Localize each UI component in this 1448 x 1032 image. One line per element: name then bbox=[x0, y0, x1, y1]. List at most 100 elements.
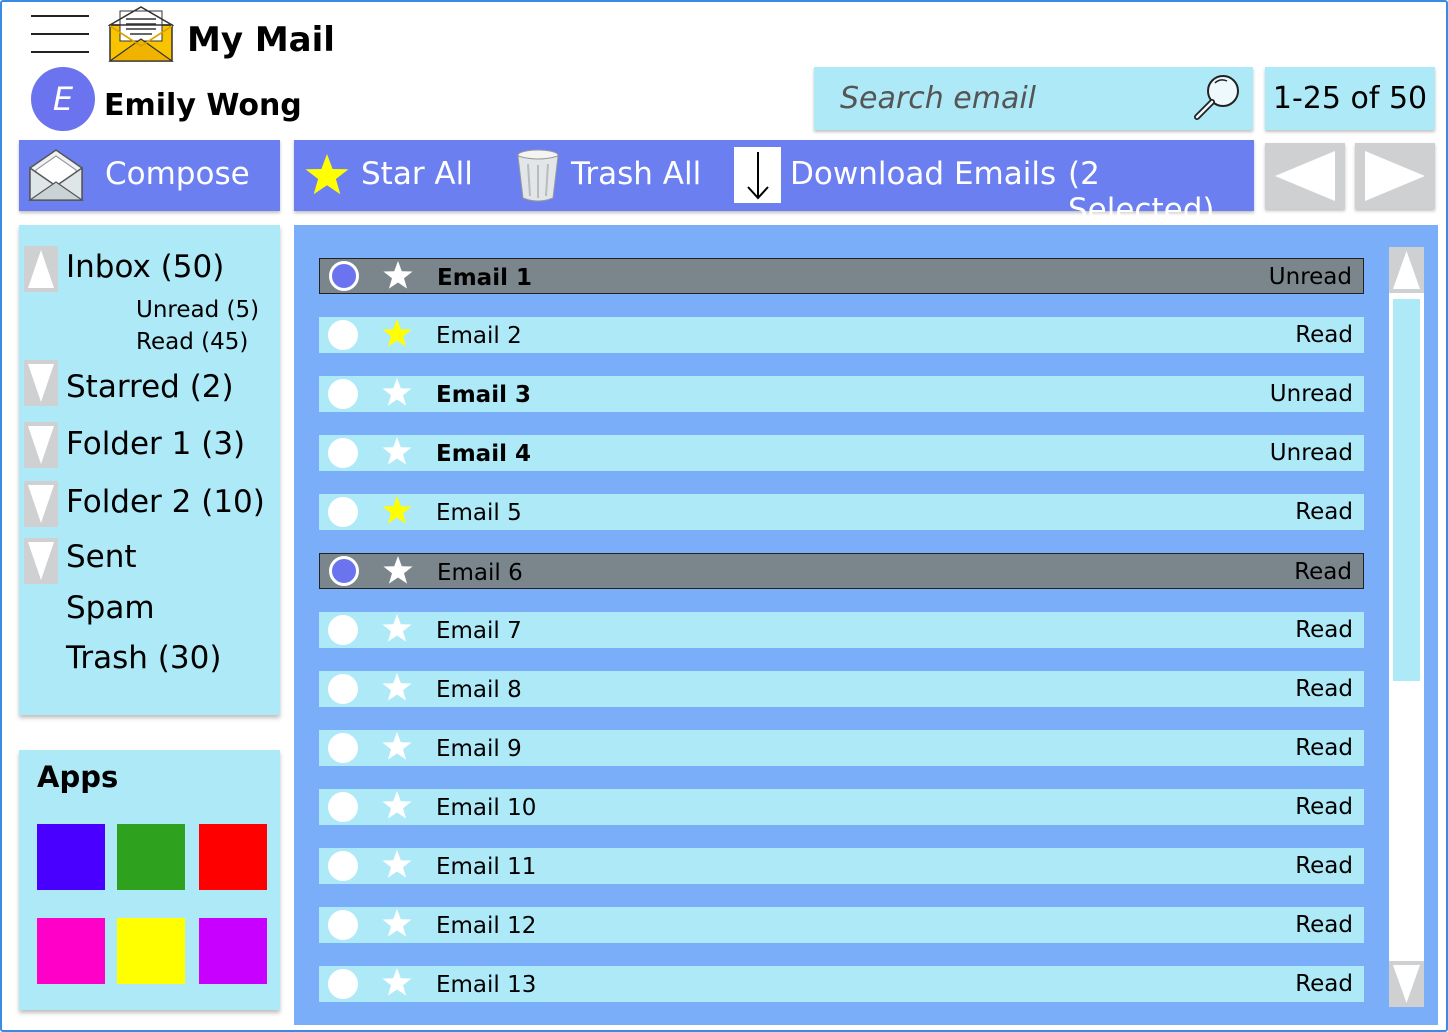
email-status: Read bbox=[1295, 322, 1353, 348]
app-tile-1[interactable] bbox=[37, 824, 105, 890]
email-list: Email 1 Unread Email 2 Read Email 3 Unread Ema… bbox=[294, 225, 1438, 1025]
email-row[interactable]: Email 1 Unread bbox=[319, 258, 1364, 294]
select-radio[interactable] bbox=[328, 910, 358, 940]
search-box bbox=[814, 67, 1253, 130]
app-tile-2[interactable] bbox=[117, 824, 185, 890]
email-subject: Email 13 bbox=[436, 972, 537, 998]
select-radio[interactable] bbox=[328, 320, 358, 350]
email-row[interactable]: Email 6 Read bbox=[319, 553, 1364, 589]
star-icon[interactable] bbox=[381, 613, 413, 645]
star-icon[interactable] bbox=[381, 495, 413, 527]
select-radio[interactable] bbox=[328, 851, 358, 881]
star-icon[interactable] bbox=[382, 260, 414, 292]
star-icon[interactable] bbox=[381, 436, 413, 468]
star-icon[interactable] bbox=[304, 152, 350, 198]
download-icon[interactable] bbox=[734, 147, 781, 203]
star-icon[interactable] bbox=[381, 790, 413, 822]
next-page-button[interactable] bbox=[1355, 143, 1435, 209]
email-row[interactable]: Email 13 Read bbox=[319, 966, 1364, 1002]
email-status: Read bbox=[1295, 912, 1353, 938]
star-icon[interactable] bbox=[381, 377, 413, 409]
avatar[interactable]: E bbox=[31, 67, 95, 131]
star-icon[interactable] bbox=[382, 555, 414, 587]
trash-all-button[interactable]: Trash All bbox=[571, 156, 701, 192]
expand-folder2-toggle[interactable] bbox=[24, 481, 58, 527]
download-emails-button[interactable]: Download Emails bbox=[790, 156, 1056, 192]
email-subject: Email 4 bbox=[436, 441, 531, 467]
folder-starred[interactable]: Starred (2) bbox=[66, 369, 234, 405]
select-radio[interactable] bbox=[328, 674, 358, 704]
arrow-right-icon bbox=[1365, 151, 1425, 201]
select-radio[interactable] bbox=[328, 438, 358, 468]
folder-trash[interactable]: Trash (30) bbox=[66, 640, 221, 676]
mail-logo-icon bbox=[108, 6, 174, 62]
email-row[interactable]: Email 4 Unread bbox=[319, 435, 1364, 471]
email-status: Read bbox=[1294, 559, 1352, 585]
email-row[interactable]: Email 5 Read bbox=[319, 494, 1364, 530]
email-subject: Email 7 bbox=[436, 618, 522, 644]
select-radio[interactable] bbox=[328, 379, 358, 409]
pagination-count: 1-25 of 50 bbox=[1265, 67, 1435, 130]
folder-sent[interactable]: Sent bbox=[66, 539, 137, 575]
email-row[interactable]: Email 3 Unread bbox=[319, 376, 1364, 412]
apps-title: Apps bbox=[37, 760, 119, 794]
email-row[interactable]: Email 8 Read bbox=[319, 671, 1364, 707]
star-icon[interactable] bbox=[381, 318, 413, 350]
folder-inbox-read[interactable]: Read (45) bbox=[136, 329, 248, 355]
expand-starred-toggle[interactable] bbox=[24, 360, 58, 406]
scroll-up-button[interactable] bbox=[1389, 247, 1424, 293]
email-subject: Email 6 bbox=[437, 560, 523, 586]
email-row[interactable]: Email 10 Read bbox=[319, 789, 1364, 825]
scrollbar-thumb[interactable] bbox=[1393, 299, 1420, 681]
email-row[interactable]: Email 7 Read bbox=[319, 612, 1364, 648]
expand-sent-toggle[interactable] bbox=[24, 538, 58, 584]
collapse-inbox-toggle[interactable] bbox=[24, 246, 58, 292]
email-status: Unread bbox=[1268, 264, 1352, 290]
star-all-button[interactable]: Star All bbox=[361, 156, 473, 192]
scroll-down-button[interactable] bbox=[1389, 961, 1424, 1007]
email-row[interactable]: Email 2 Read bbox=[319, 317, 1364, 353]
star-icon[interactable] bbox=[381, 908, 413, 940]
menu-icon[interactable] bbox=[31, 15, 89, 53]
arrow-left-icon bbox=[1275, 151, 1335, 201]
email-subject: Email 1 bbox=[437, 265, 532, 291]
compose-button[interactable]: Compose bbox=[19, 140, 280, 211]
email-subject: Email 10 bbox=[436, 795, 537, 821]
app-tile-6[interactable] bbox=[199, 918, 267, 984]
select-radio[interactable] bbox=[328, 792, 358, 822]
folder-inbox[interactable]: Inbox (50) bbox=[66, 249, 224, 285]
star-icon[interactable] bbox=[381, 672, 413, 704]
user-name: Emily Wong bbox=[104, 88, 302, 123]
email-subject: Email 5 bbox=[436, 500, 522, 526]
select-radio[interactable] bbox=[329, 261, 359, 291]
folder-folder-1[interactable]: Folder 1 (3) bbox=[66, 426, 245, 462]
folder-folder-2[interactable]: Folder 2 (10) bbox=[66, 484, 265, 520]
app-tile-4[interactable] bbox=[37, 918, 105, 984]
prev-page-button[interactable] bbox=[1265, 143, 1345, 209]
email-status: Read bbox=[1295, 676, 1353, 702]
trash-icon[interactable] bbox=[514, 148, 562, 202]
triangle-down-icon bbox=[1393, 965, 1420, 1003]
email-row[interactable]: Email 11 Read bbox=[319, 848, 1364, 884]
star-icon[interactable] bbox=[381, 731, 413, 763]
star-icon[interactable] bbox=[381, 849, 413, 881]
email-row[interactable]: Email 12 Read bbox=[319, 907, 1364, 943]
email-status: Read bbox=[1295, 735, 1353, 761]
folder-inbox-unread[interactable]: Unread (5) bbox=[136, 297, 259, 323]
expand-folder1-toggle[interactable] bbox=[24, 422, 58, 468]
app-tile-5[interactable] bbox=[117, 918, 185, 984]
select-radio[interactable] bbox=[329, 556, 359, 586]
email-row[interactable]: Email 9 Read bbox=[319, 730, 1364, 766]
search-input[interactable] bbox=[840, 77, 1170, 119]
search-icon[interactable] bbox=[1189, 71, 1245, 127]
select-radio[interactable] bbox=[328, 733, 358, 763]
select-radio[interactable] bbox=[328, 497, 358, 527]
select-radio[interactable] bbox=[328, 969, 358, 999]
email-subject: Email 12 bbox=[436, 913, 537, 939]
app-tile-3[interactable] bbox=[199, 824, 267, 890]
select-radio[interactable] bbox=[328, 615, 358, 645]
scrollbar[interactable] bbox=[1389, 247, 1424, 1007]
folder-spam[interactable]: Spam bbox=[66, 590, 155, 626]
triangle-up-icon bbox=[1393, 251, 1420, 289]
star-icon[interactable] bbox=[381, 967, 413, 999]
